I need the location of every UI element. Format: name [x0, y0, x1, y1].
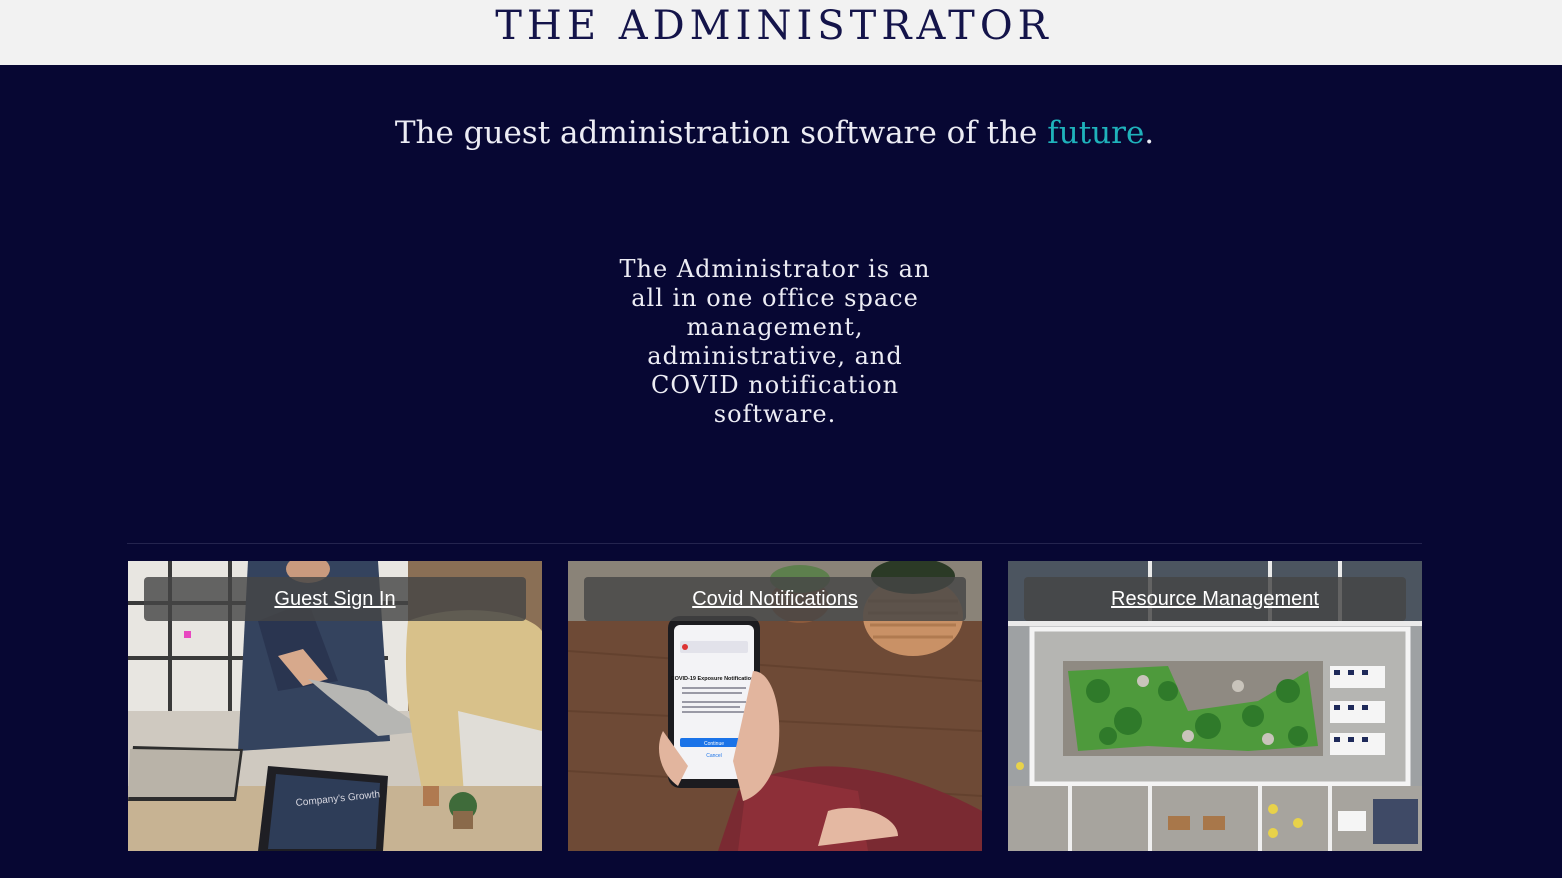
phone-screen-heading: COVID-19 Exposure Notifications [671, 676, 758, 682]
section-divider [127, 543, 1422, 544]
tagline-accent-word: future [1047, 115, 1145, 151]
phone-continue-button: Continue [704, 741, 724, 747]
card-guest-sign-in[interactable]: Company's Growth Guest Sign In [128, 561, 542, 851]
covid-notifications-link[interactable]: Covid Notifications [692, 588, 858, 611]
card-label-guest-sign-in: Guest Sign In [144, 577, 526, 621]
tagline-suffix: . [1144, 115, 1155, 151]
resource-management-link[interactable]: Resource Management [1111, 588, 1319, 611]
guest-sign-in-link[interactable]: Guest Sign In [274, 588, 395, 611]
phone-cancel-text: Cancel [706, 753, 722, 759]
hero-description: The Administrator is an all in one offic… [619, 255, 931, 428]
tagline-prefix: The guest administration software of the [394, 115, 1048, 151]
site-title[interactable]: THE ADMINISTRATOR [0, 3, 1548, 49]
card-resource-management[interactable]: Resource Management [1008, 561, 1422, 851]
card-covid-notifications[interactable]: COVID-19 Exposure Notifications Continue… [568, 561, 982, 851]
header-bar: THE ADMINISTRATOR [0, 0, 1562, 65]
hero-tagline: The guest administration software of the… [0, 112, 1549, 154]
card-label-covid-notifications: Covid Notifications [584, 577, 966, 621]
card-label-resource-management: Resource Management [1024, 577, 1406, 621]
